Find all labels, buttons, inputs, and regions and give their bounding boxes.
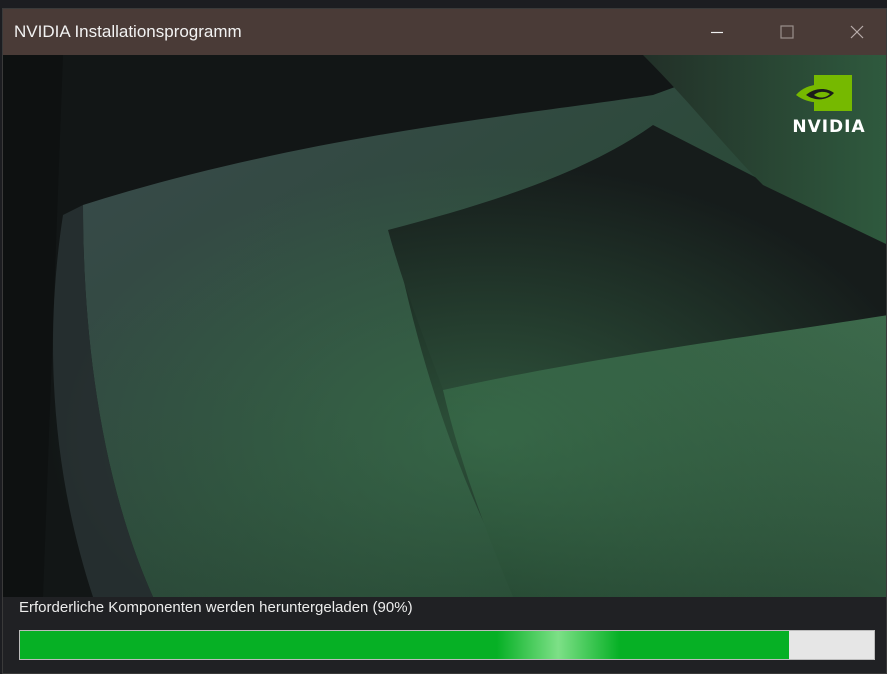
maximize-button[interactable]: [752, 9, 822, 55]
progress-bar: [19, 630, 875, 660]
nvidia-wordmark: NVIDIA: [792, 117, 866, 137]
status-panel: Erforderliche Komponenten werden herunte…: [3, 597, 886, 673]
title-bar[interactable]: NVIDIA Installationsprogramm: [3, 9, 886, 55]
progress-fill: [20, 631, 789, 659]
maximize-icon: [780, 25, 794, 39]
nvidia-eye-logo-icon: [796, 75, 852, 111]
hero-banner: NVIDIA: [3, 55, 886, 597]
close-icon: [850, 25, 864, 39]
window-title: NVIDIA Installationsprogramm: [14, 22, 242, 41]
status-text: Erforderliche Komponenten werden herunte…: [19, 599, 413, 616]
installer-window: NVIDIA Installationsprogramm NVIDIA Erfo…: [2, 8, 887, 674]
background-artwork: [3, 55, 886, 597]
close-button[interactable]: [822, 9, 886, 55]
minimize-icon: [711, 31, 723, 34]
minimize-button[interactable]: [682, 9, 752, 55]
nvidia-logo: NVIDIA: [788, 73, 870, 139]
